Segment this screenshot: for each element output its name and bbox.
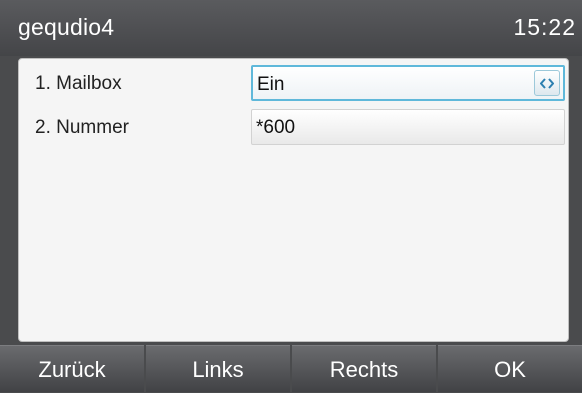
mailbox-select[interactable]: Ein [251, 65, 565, 101]
settings-panel: 1. Mailbox Ein 2. Nummer *600 [18, 58, 569, 342]
page-title: gequdio4 [18, 14, 115, 40]
mailbox-value: Ein [257, 74, 285, 95]
right-softkey[interactable]: Rechts [292, 345, 436, 392]
ok-softkey[interactable]: OK [438, 345, 582, 392]
back-softkey[interactable]: Zurück [0, 345, 144, 392]
softkey-bar: Zurück Links Rechts OK [0, 345, 582, 392]
option-switch-button[interactable] [534, 70, 560, 96]
setting-row-nummer[interactable]: 2. Nummer *600 [19, 105, 568, 149]
setting-label-mailbox: 1. Mailbox [35, 73, 122, 94]
nummer-value: *600 [256, 117, 296, 138]
nummer-field[interactable]: *600 [251, 109, 565, 145]
left-right-arrows-icon [540, 78, 554, 89]
clock: 15:22 [513, 14, 576, 40]
setting-row-mailbox[interactable]: 1. Mailbox Ein [19, 61, 568, 105]
left-softkey[interactable]: Links [146, 345, 290, 392]
setting-label-nummer: 2. Nummer [35, 117, 129, 138]
title-bar: gequdio4 15:22 [0, 0, 582, 56]
